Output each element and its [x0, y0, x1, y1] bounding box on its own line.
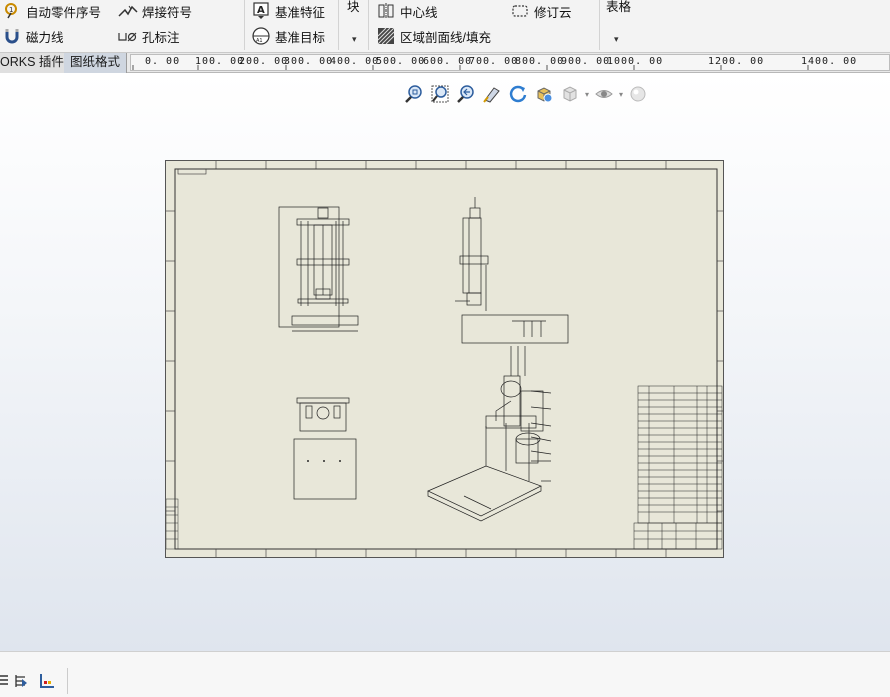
- block-dropdown-icon[interactable]: ▾: [352, 34, 357, 45]
- ribbon-separator: [599, 0, 600, 50]
- datum-feature-label: 基准特征: [275, 5, 326, 20]
- drawing-sheet[interactable]: [165, 160, 724, 558]
- block-label: 块: [347, 0, 360, 14]
- area-hatch-icon: [376, 26, 396, 46]
- display-style-dropdown-icon[interactable]: ▾: [585, 90, 589, 99]
- magnetic-line-label: 磁力线: [26, 30, 64, 45]
- ruler-tick-100: 100. 00: [195, 56, 245, 67]
- zoom-to-fit-icon[interactable]: [403, 83, 425, 105]
- ribbon-separator: [368, 0, 369, 50]
- list-icon[interactable]: [0, 672, 12, 690]
- rotate-view-icon[interactable]: [507, 83, 529, 105]
- command-manager-tabs: ORKS 插件 图纸格式 0. 00 100. 00 200. 00 300. …: [0, 53, 890, 73]
- status-bar: [0, 651, 890, 697]
- auto-balloon-button[interactable]: 1 自动零件序号: [2, 1, 101, 21]
- property-manager-icon[interactable]: [12, 672, 30, 690]
- weld-symbol-icon: [118, 1, 138, 21]
- table-label: 表格: [606, 0, 632, 14]
- revision-cloud-button[interactable]: 修订云: [510, 1, 572, 21]
- weld-symbol-label: 焊接符号: [142, 5, 193, 20]
- datum-target-label: 基准目标: [275, 30, 326, 45]
- ruler-tick-600: 600. 00: [423, 56, 473, 67]
- magnet-icon: [2, 26, 22, 46]
- hole-callout-button[interactable]: 孔标注: [118, 26, 180, 46]
- table-dropdown-icon[interactable]: ▾: [614, 34, 619, 45]
- edit-appearance-icon[interactable]: [627, 83, 649, 105]
- previous-view-icon[interactable]: [455, 83, 477, 105]
- ruler-tick-1400: 1400. 00: [801, 56, 858, 67]
- revision-cloud-icon: [510, 1, 530, 21]
- revision-cloud-label: 修订云: [534, 5, 572, 20]
- ruler-tick-500: 500. 00: [376, 56, 426, 67]
- hole-callout-label: 孔标注: [142, 30, 180, 45]
- table-button[interactable]: 表格: [606, 0, 631, 15]
- zoom-to-area-icon[interactable]: [429, 83, 451, 105]
- tab-addins[interactable]: ORKS 插件: [0, 53, 71, 73]
- auto-balloon-icon: 1: [2, 1, 22, 21]
- ruler-tick-700: 700. 00: [469, 56, 519, 67]
- ribbon-toolbar: 1 自动零件序号 磁力线 焊接符号 孔标注 A 基准特征 A1 基准目标 块 ▾…: [0, 0, 890, 53]
- center-line-icon: [376, 1, 396, 21]
- magnetic-line-button[interactable]: 磁力线: [2, 26, 64, 46]
- datum-feature-icon: A: [251, 1, 271, 21]
- ruler-tick-400: 400. 00: [330, 56, 380, 67]
- datum-target-icon: A1: [251, 26, 271, 46]
- ruler-tick-900: 900. 00: [561, 56, 611, 67]
- display-style-icon[interactable]: [559, 83, 581, 105]
- center-line-label: 中心线: [400, 5, 438, 20]
- center-line-button[interactable]: 中心线: [376, 1, 438, 21]
- graphics-area[interactable]: ▾ ▾: [0, 74, 890, 651]
- hide-show-items-icon[interactable]: [593, 83, 615, 105]
- ruler-tick-0: 0. 00: [145, 56, 181, 67]
- area-hatch-label: 区域剖面线/填充: [400, 30, 491, 45]
- ruler-tick-800: 800. 00: [515, 56, 565, 67]
- weld-symbol-button[interactable]: 焊接符号: [118, 1, 192, 21]
- horizontal-ruler: 0. 00 100. 00 200. 00 300. 00 400. 00 50…: [130, 54, 890, 71]
- status-separator: [67, 668, 68, 694]
- section-view-icon[interactable]: [481, 83, 503, 105]
- dimxpert-icon[interactable]: [38, 672, 56, 690]
- hide-show-dropdown-icon[interactable]: ▾: [619, 90, 623, 99]
- drawing-sheet-graphics: [165, 161, 723, 557]
- datum-target-button[interactable]: A1 基准目标: [251, 26, 325, 46]
- svg-text:1: 1: [9, 6, 13, 14]
- view-orientation-icon[interactable]: [533, 83, 555, 105]
- ruler-tick-300: 300. 00: [284, 56, 334, 67]
- svg-text:A1: A1: [256, 38, 263, 44]
- tab-sheet-format[interactable]: 图纸格式: [64, 53, 128, 73]
- heads-up-view-toolbar: ▾ ▾: [403, 82, 649, 106]
- ribbon-separator: [244, 0, 245, 50]
- hole-callout-icon: [118, 26, 138, 46]
- svg-text:A: A: [257, 5, 265, 16]
- ribbon-separator: [338, 0, 339, 50]
- ruler-tick-200: 200. 00: [239, 56, 289, 67]
- block-button[interactable]: 块: [347, 0, 360, 15]
- area-hatch-button[interactable]: 区域剖面线/填充: [376, 26, 491, 46]
- auto-balloon-label: 自动零件序号: [26, 5, 102, 20]
- ruler-tick-1000: 1000. 00: [607, 56, 664, 67]
- datum-feature-button[interactable]: A 基准特征: [251, 1, 325, 21]
- ruler-tick-1200: 1200. 00: [708, 56, 765, 67]
